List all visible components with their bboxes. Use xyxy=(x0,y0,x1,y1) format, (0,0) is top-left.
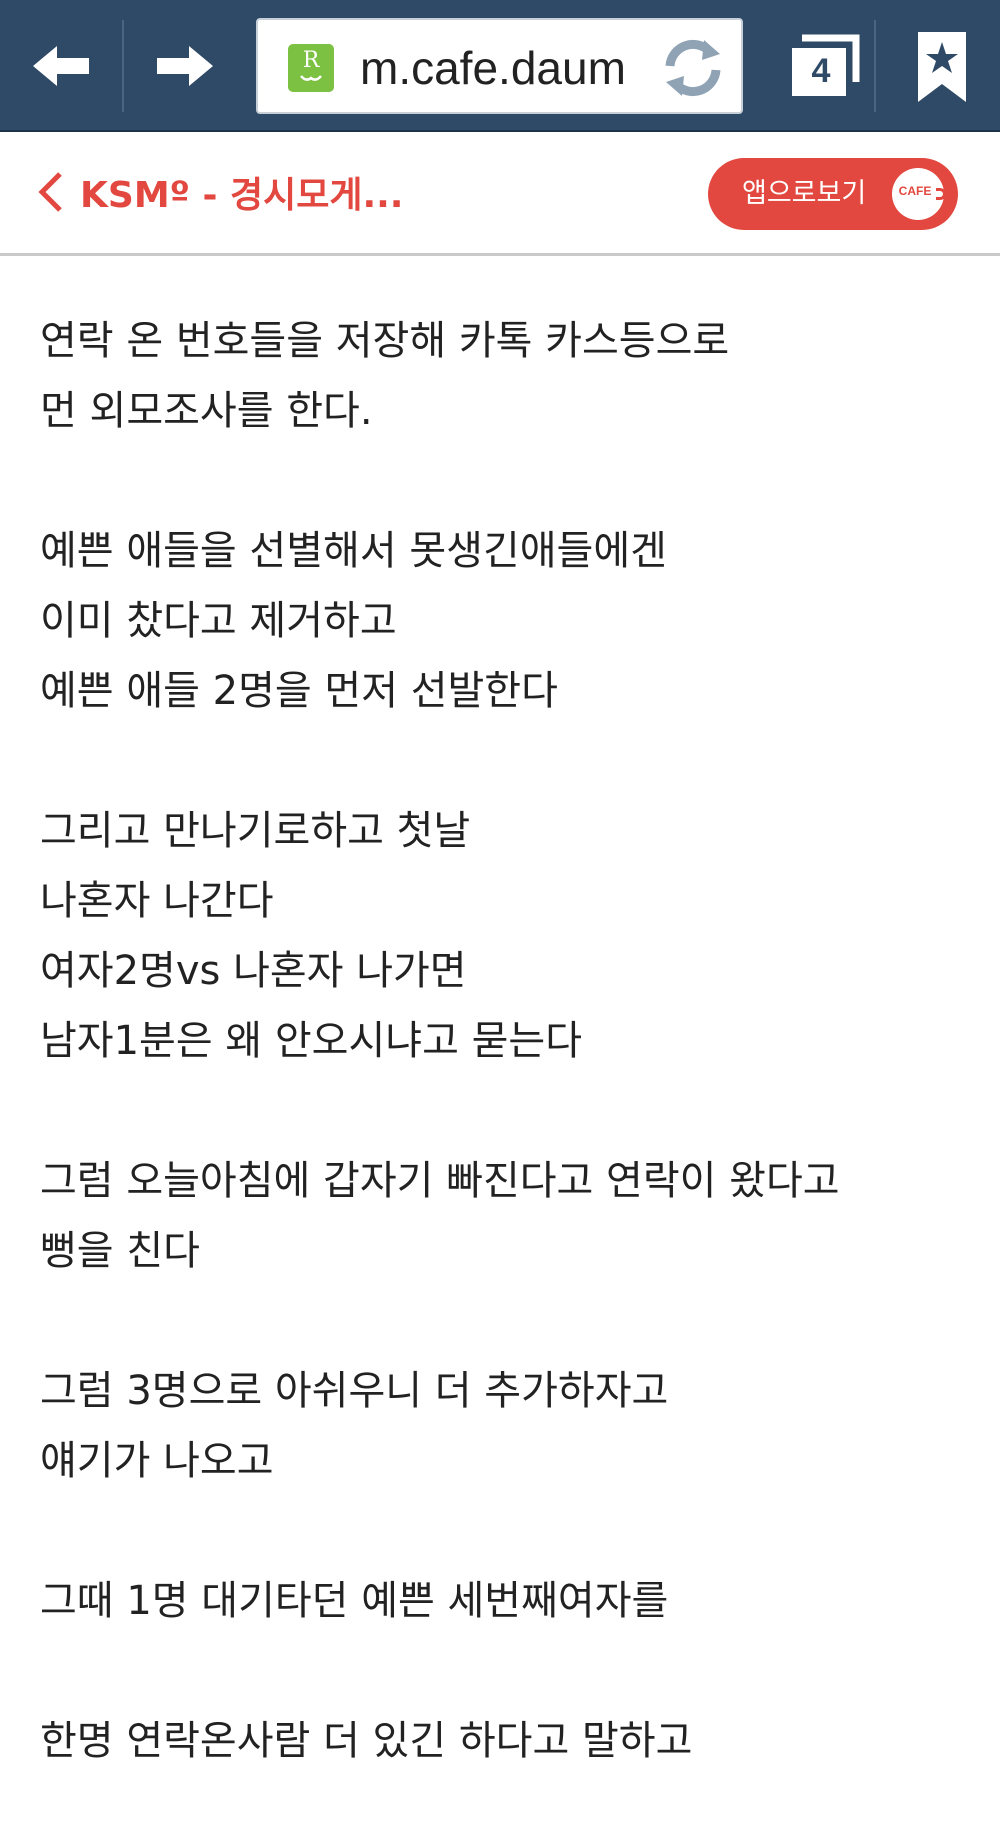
text-line: 나혼자 나간다 xyxy=(40,878,274,924)
text-line: 그리고 만나기로하고 첫날 xyxy=(40,808,471,854)
chevron-left-icon xyxy=(38,172,62,212)
text-line: 그때 1명 대기타던 예쁜 세번째여자를 xyxy=(40,1578,669,1624)
browser-toolbar: R m.cafe.daum 4 xyxy=(0,0,1000,132)
text-line: 이미 찼다고 제거하고 xyxy=(40,598,397,644)
forward-button[interactable] xyxy=(124,0,246,132)
open-in-app-button[interactable]: 앱으로보기 CAFE xyxy=(708,158,958,230)
text-line: 그럼 오늘아침에 갑자기 빠진다고 연락이 왔다고 xyxy=(40,1158,840,1204)
bookmark-button[interactable] xyxy=(890,0,1000,132)
text-line: 예쁜 애들 2명을 먼저 선발한다 xyxy=(40,668,558,714)
text-line: 먼 외모조사를 한다. xyxy=(40,388,373,434)
paragraph: 그때 1명 대기타던 예쁜 세번째여자를 xyxy=(40,1566,980,1636)
arrow-right-icon xyxy=(157,46,213,86)
text-line: 뻥을 친다 xyxy=(40,1228,200,1274)
reload-button[interactable] xyxy=(658,34,728,102)
text-line: 연락 온 번호들을 저장해 카톡 카스등으로 xyxy=(40,318,730,364)
paragraph: 그럼 오늘아침에 갑자기 빠진다고 연락이 왔다고 뻥을 친다 xyxy=(40,1146,980,1286)
text-line: 얘기가 나오고 xyxy=(40,1438,274,1484)
paragraph: 그럼 3명으로 아쉬우니 더 추가하자고 얘기가 나오고 xyxy=(40,1356,980,1496)
text-line: 남자1분은 왜 안오시냐고 묻는다 xyxy=(40,1018,582,1064)
cafe-back-link[interactable]: KSMº - 경시모게... xyxy=(36,162,403,222)
cafe-header: KSMº - 경시모게... 앱으로보기 CAFE xyxy=(0,132,1000,256)
tabs-button[interactable]: 4 xyxy=(770,0,880,132)
toolbar-divider xyxy=(874,20,876,112)
paragraph: 예쁜 애들을 선별해서 못생긴애들에겐 이미 찼다고 제거하고 예쁜 애들 2명… xyxy=(40,516,980,726)
arrow-left-icon xyxy=(33,46,89,86)
site-favicon: R xyxy=(288,44,334,92)
paragraph: 한명 연락온사람 더 있긴 하다고 말하고 xyxy=(40,1706,980,1776)
text-line: 여자2명vs 나혼자 나가면 xyxy=(40,948,467,994)
cafe-cup-icon: CAFE xyxy=(892,168,946,220)
reload-icon xyxy=(665,39,721,97)
open-in-app-label: 앱으로보기 xyxy=(742,178,867,209)
cup-handle xyxy=(936,188,946,200)
cafe-title[interactable]: KSMº - 경시모게... xyxy=(80,166,403,218)
paragraph: 그리고 만나기로하고 첫날 나혼자 나간다 여자2명vs 나혼자 나가면 남자1… xyxy=(40,796,980,1076)
address-bar[interactable]: R m.cafe.daum xyxy=(256,18,743,114)
text-line: 예쁜 애들을 선별해서 못생긴애들에겐 xyxy=(40,528,667,574)
favicon-book-icon xyxy=(300,75,322,81)
favicon-letter: R xyxy=(302,48,320,73)
text-line: 그럼 3명으로 아쉬우니 더 추가하자고 xyxy=(40,1368,669,1414)
cafe-badge-text: CAFE xyxy=(898,184,932,198)
url-text[interactable]: m.cafe.daum xyxy=(360,38,660,98)
tab-count: 4 xyxy=(811,52,831,90)
text-line: 한명 연락온사람 더 있긴 하다고 말하고 xyxy=(40,1718,693,1764)
article-body: 연락 온 번호들을 저장해 카톡 카스등으로 먼 외모조사를 한다. 예쁜 애들… xyxy=(40,306,980,1846)
bookmark-star-icon xyxy=(918,32,966,102)
paragraph: 연락 온 번호들을 저장해 카톡 카스등으로 먼 외모조사를 한다. xyxy=(40,306,980,446)
back-button[interactable] xyxy=(0,0,122,132)
